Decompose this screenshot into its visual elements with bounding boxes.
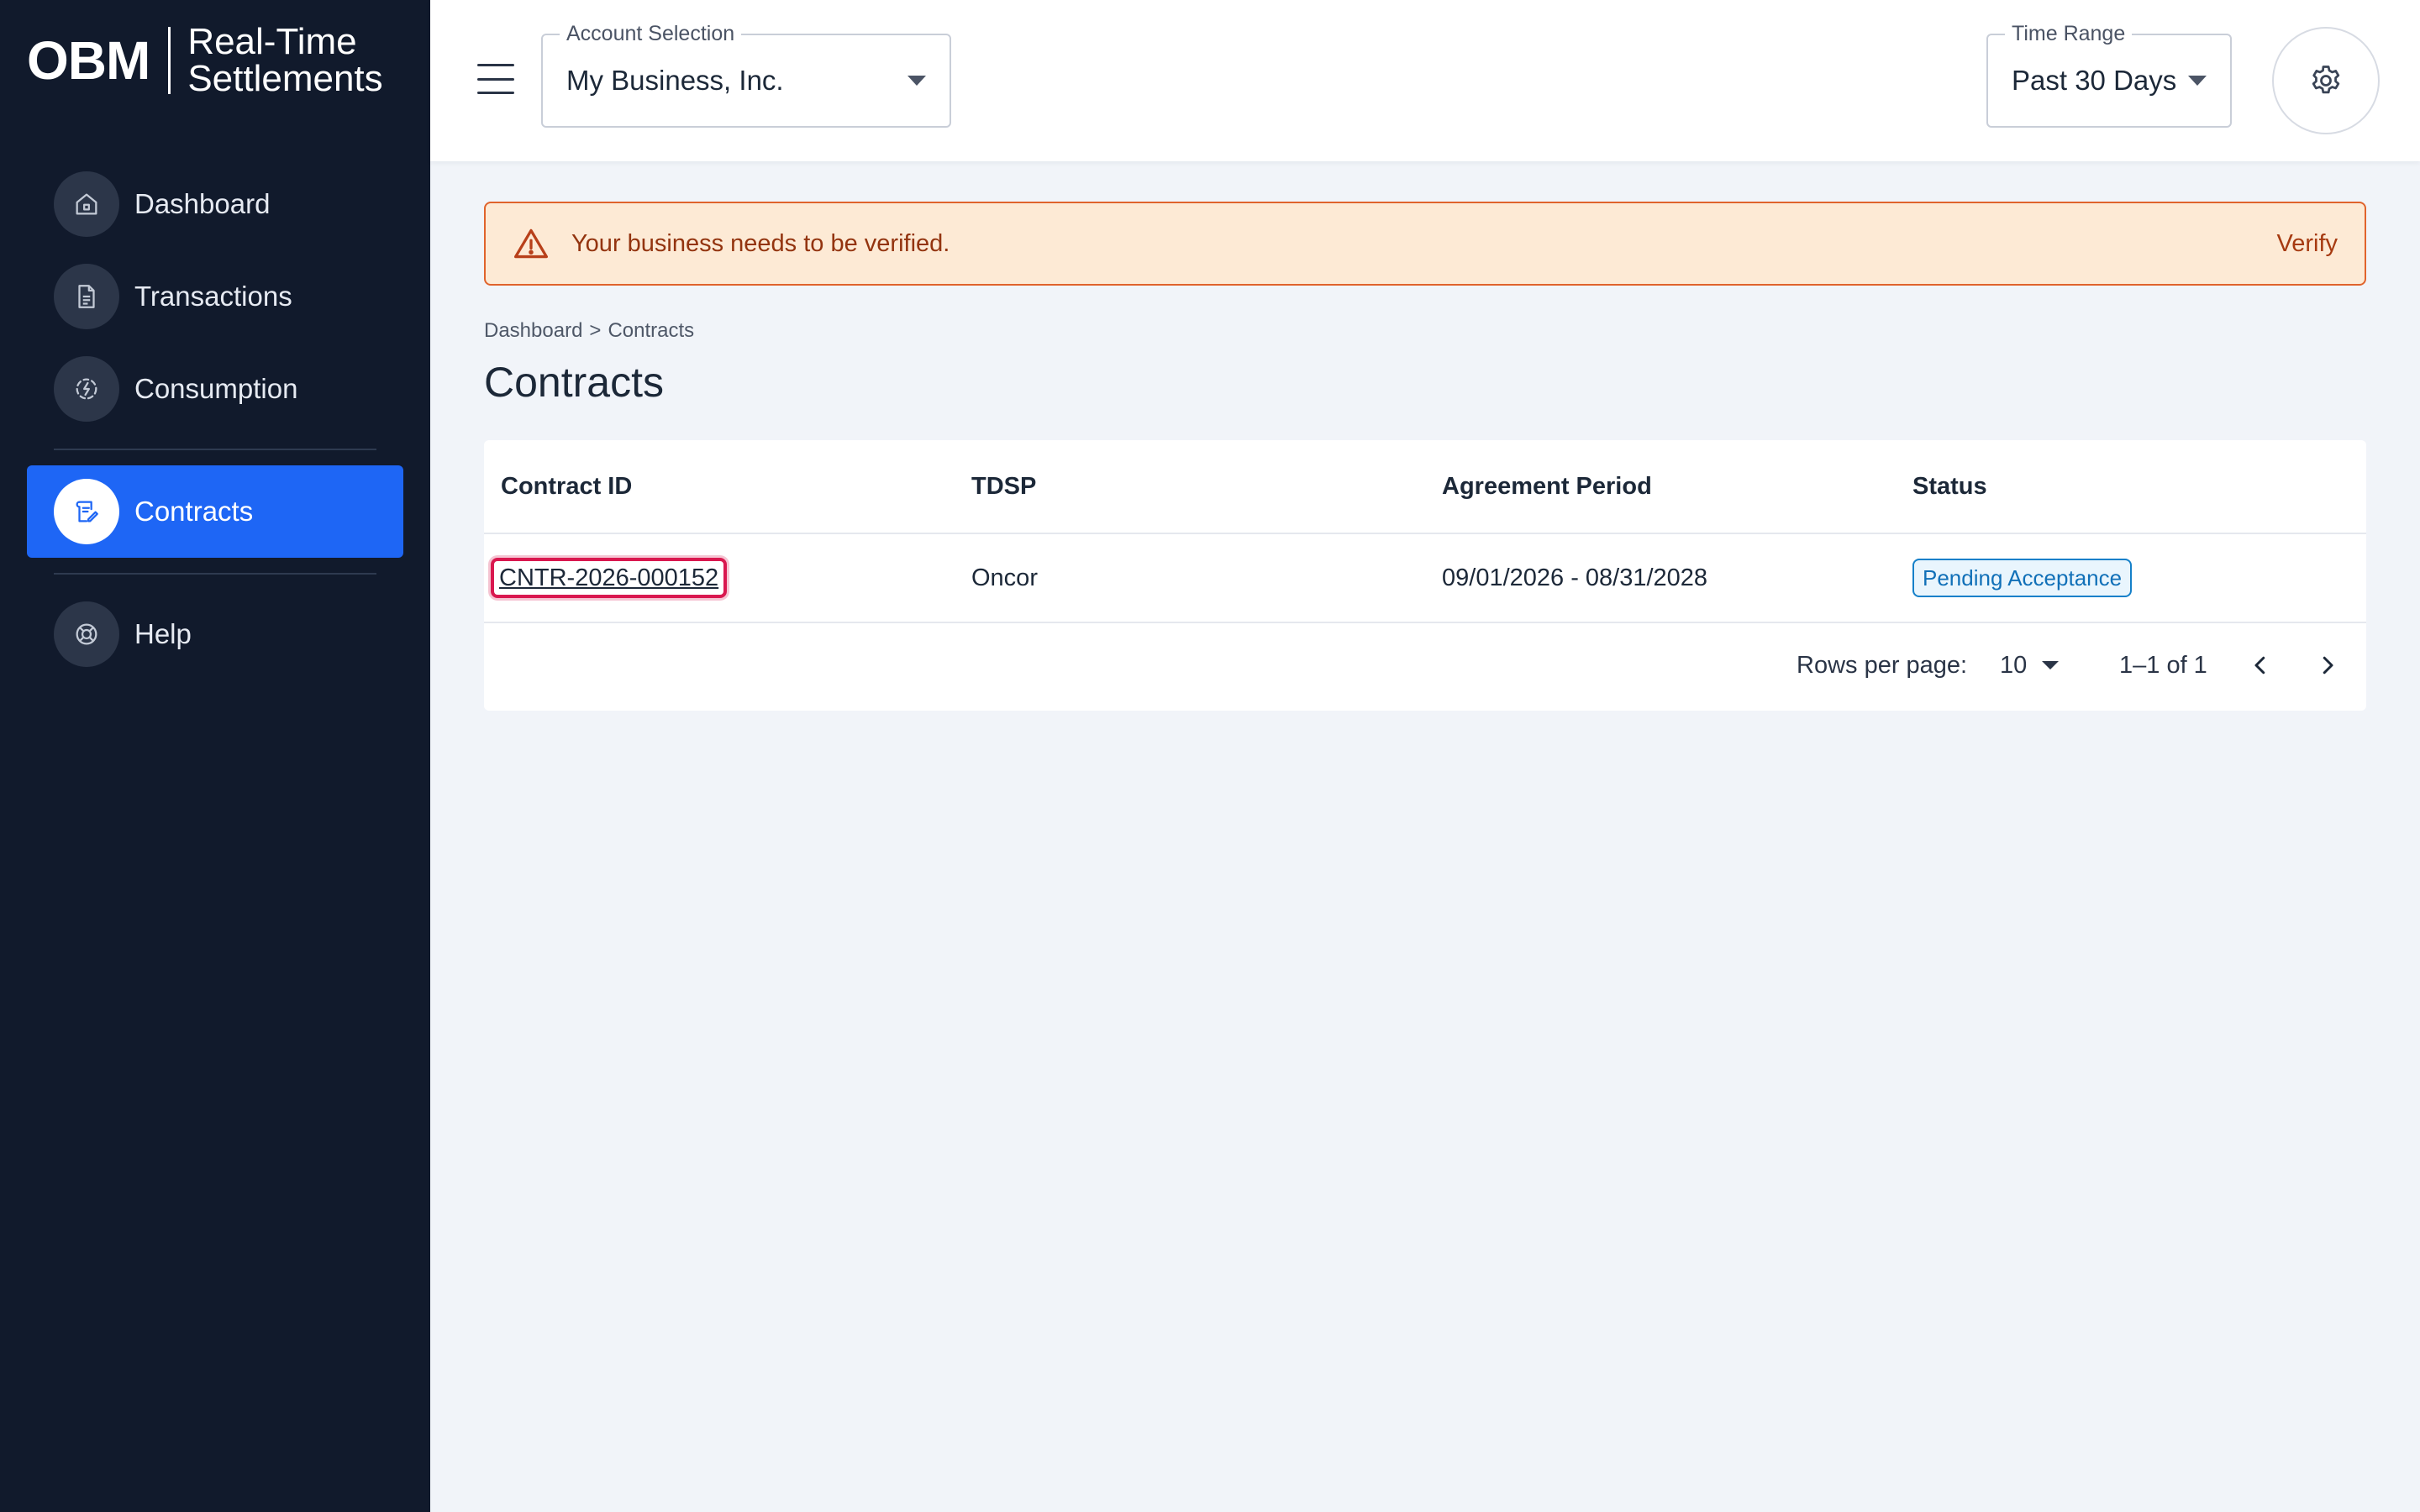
sidebar: OBM Real-Time Settlements Dashboard Tran… — [0, 0, 430, 1512]
brand-logo[interactable]: OBM Real-Time Settlements — [27, 24, 383, 97]
product-name-line2: Settlements — [187, 58, 383, 99]
document-icon — [54, 264, 119, 329]
logo-divider — [168, 27, 171, 94]
time-range-select[interactable]: Time Range Past 30 Days — [1986, 22, 2232, 128]
product-name-line1: Real-Time — [187, 21, 357, 62]
column-header-agreement-period: Agreement Period — [1442, 472, 1652, 500]
logo-mark: OBM — [27, 30, 150, 91]
caret-down-icon — [908, 76, 926, 86]
column-header-contract-id: Contract ID — [501, 472, 633, 500]
table-pagination: Rows per page: 10 1–1 of 1 — [484, 623, 2366, 711]
app-root: OBM Real-Time Settlements Dashboard Tran… — [0, 0, 2420, 1512]
contracts-table: Contract ID TDSP Agreement Period Status… — [484, 440, 2366, 711]
caret-down-icon — [2188, 76, 2207, 86]
sidebar-item-label: Help — [134, 618, 192, 649]
status-cell: Pending Acceptance — [1912, 558, 2133, 597]
table-header: Contract ID TDSP Agreement Period Status — [484, 440, 2366, 534]
breadcrumb-current: Contracts — [608, 319, 695, 342]
pagination-range: 1–1 of 1 — [2119, 652, 2207, 679]
agreement-period-cell: 09/01/2026 - 08/31/2028 — [1442, 564, 1708, 591]
lifebuoy-icon — [54, 601, 119, 667]
menu-toggle-button[interactable] — [477, 64, 514, 94]
sidebar-item-transactions[interactable]: Transactions — [27, 250, 403, 343]
rows-per-page-label: Rows per page: — [1797, 652, 1968, 679]
hamburger-icon — [477, 64, 514, 66]
sidebar-item-label: Contracts — [134, 496, 254, 527]
chevron-right-icon — [2323, 656, 2333, 675]
previous-page-button[interactable] — [2240, 645, 2281, 685]
column-header-status: Status — [1912, 472, 1987, 500]
sidebar-item-label: Transactions — [134, 281, 292, 312]
nav-divider — [54, 449, 376, 450]
contract-edit-icon — [54, 479, 119, 544]
breadcrumb-separator: > — [589, 319, 602, 342]
chevron-left-icon — [2254, 656, 2265, 675]
rows-per-page-value: 10 — [2000, 651, 2028, 679]
settings-button[interactable] — [2272, 27, 2380, 134]
account-select[interactable]: Account Selection My Business, Inc. — [541, 22, 951, 128]
sidebar-item-dashboard[interactable]: Dashboard — [27, 158, 403, 250]
sidebar-item-label: Consumption — [134, 373, 298, 404]
sidebar-item-help[interactable]: Help — [27, 588, 403, 680]
rows-per-page-select[interactable]: 10 — [2000, 647, 2060, 684]
page-title: Contracts — [484, 359, 664, 406]
status-badge: Pending Acceptance — [1912, 558, 2133, 597]
contract-id-cell: CNTR-2026-000152 — [491, 557, 728, 598]
lightning-cycle-icon — [54, 356, 119, 422]
alert-message: Your business needs to be verified. — [571, 229, 950, 257]
product-name: Real-Time Settlements — [187, 24, 382, 97]
table-row[interactable]: CNTR-2026-000152 Oncor 09/01/2026 - 08/3… — [484, 534, 2366, 623]
top-bar: Account Selection My Business, Inc. Time… — [430, 0, 2420, 161]
time-range-value: Past 30 Days — [2012, 65, 2177, 96]
breadcrumb: Dashboard > Contracts — [484, 319, 694, 343]
breadcrumb-dashboard-link[interactable]: Dashboard — [484, 319, 582, 343]
verification-alert: Your business needs to be verified. Veri… — [484, 202, 2366, 286]
account-select-value: My Business, Inc. — [566, 65, 784, 96]
home-icon — [54, 171, 119, 237]
hamburger-icon — [477, 77, 514, 81]
caret-down-icon — [2042, 661, 2060, 669]
tdsp-cell: Oncor — [971, 564, 1038, 591]
gear-icon — [2312, 66, 2340, 94]
sidebar-item-consumption[interactable]: Consumption — [27, 343, 403, 435]
next-page-button[interactable] — [2307, 645, 2348, 685]
sidebar-nav: Dashboard Transactions Consumption Contr… — [27, 158, 403, 680]
nav-divider — [54, 573, 376, 575]
hamburger-icon — [477, 92, 514, 94]
column-header-tdsp: TDSP — [971, 472, 1037, 500]
verify-button[interactable]: Verify — [2276, 230, 2338, 258]
contract-id-link[interactable]: CNTR-2026-000152 — [491, 557, 728, 598]
warning-icon — [514, 228, 548, 259]
sidebar-item-contracts[interactable]: Contracts — [27, 465, 403, 558]
sidebar-item-label: Dashboard — [134, 188, 271, 219]
